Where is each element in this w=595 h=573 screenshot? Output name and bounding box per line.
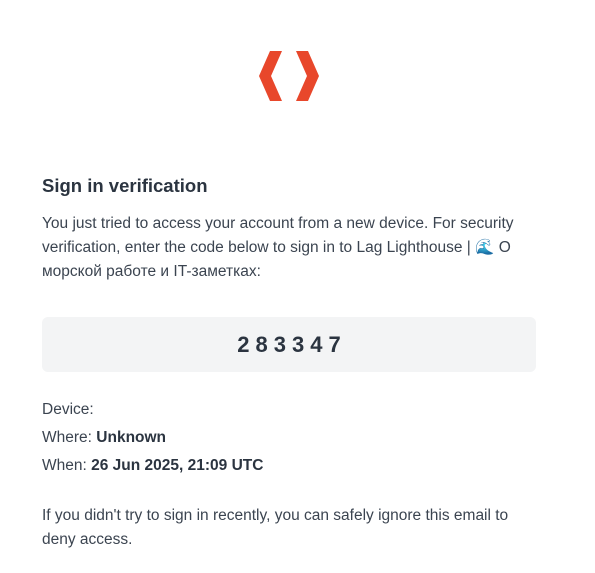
verification-code-box: 283347 — [42, 317, 536, 372]
where-row: Where: Unknown — [42, 424, 263, 452]
device-label: Device: — [42, 401, 94, 418]
chevrons-logo-icon — [259, 51, 319, 101]
page-title: Sign in verification — [42, 175, 208, 196]
where-value: Unknown — [96, 429, 167, 446]
device-row: Device: — [42, 396, 263, 424]
ignore-notice: If you didn't try to sign in recently, y… — [42, 507, 509, 548]
when-row: When: 26 Jun 2025, 21:09 UTC — [42, 452, 263, 480]
verification-code: 283347 — [237, 331, 347, 357]
when-value: 26 Jun 2025, 21:09 UTC — [91, 457, 264, 474]
intro-text: You just tried to access your account fr… — [42, 215, 514, 280]
sign-in-details: Device: Where: Unknown When: 26 Jun 2025… — [42, 396, 263, 480]
when-label: When: — [42, 457, 87, 474]
where-label: Where: — [42, 429, 92, 446]
